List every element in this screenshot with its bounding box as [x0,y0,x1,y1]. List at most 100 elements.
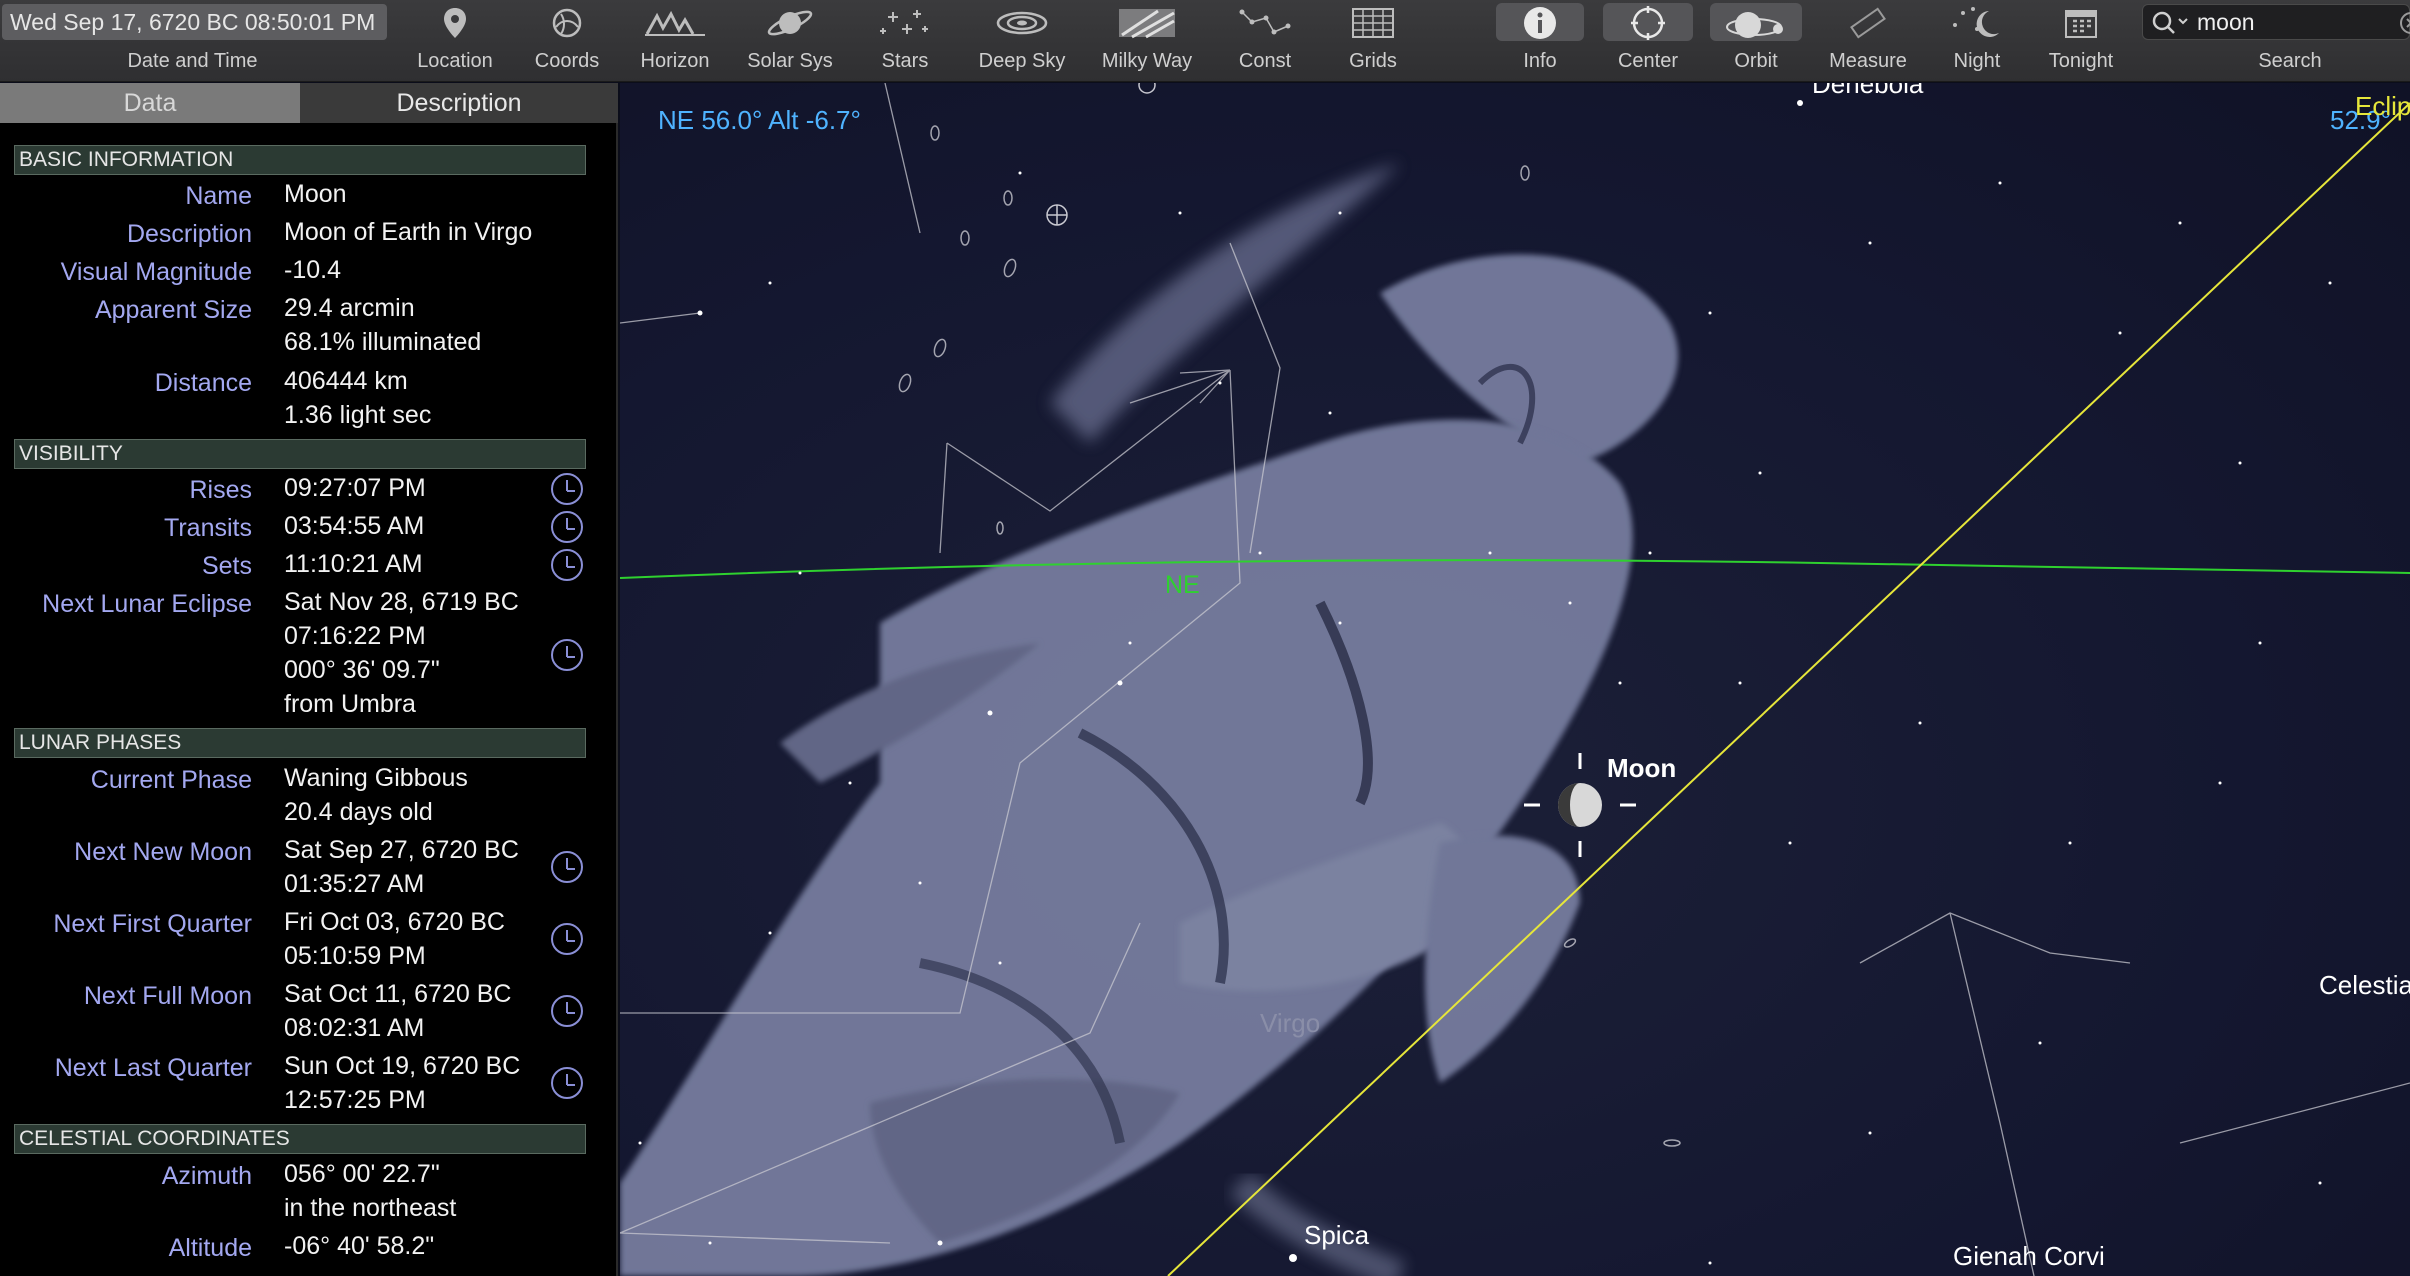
solar-system-button[interactable]: Solar Sys [740,0,840,82]
constellation-icon [1235,4,1295,42]
info-button[interactable]: Info [1496,0,1584,82]
search-input[interactable]: moon [2142,4,2410,40]
eclipse-clock-icon[interactable] [551,639,583,671]
center-icon [1618,4,1678,42]
new-moon-clock-icon[interactable] [551,851,583,883]
panel-tabs: Data Description [0,83,618,123]
next-last-quarter-label: Next Last Quarter [54,1054,252,1082]
next-new-moon-value: Sat Sep 27, 6720 BC 01:35:27 AM [284,836,519,898]
last-quarter-clock-icon[interactable] [551,1067,583,1099]
constellations-button[interactable]: Const [1220,0,1310,82]
horizon-label: Horizon [640,50,710,72]
ecliptic-label: Eclip [2355,91,2410,121]
measure-button[interactable]: Measure [1818,0,1918,82]
tab-description[interactable]: Description [300,83,618,123]
horizon-button[interactable]: Horizon [630,0,720,82]
deep-sky-label: Deep Sky [978,50,1066,72]
grids-button[interactable]: Grids [1328,0,1418,82]
ruler-icon [1838,4,1898,42]
night-label: Night [1953,50,2001,72]
orbit-label: Orbit [1734,50,1778,72]
night-moon-icon [1947,4,2007,42]
search-icon [2151,10,2191,41]
sky-canvas [620,83,2410,1276]
tonight-label: Tonight [2048,50,2114,72]
center-button[interactable]: Center [1603,0,1693,82]
virgo-artwork [620,163,1678,1276]
virgo-label: Virgo [1260,1008,1321,1038]
tab-data[interactable]: Data [0,83,300,123]
spica-label[interactable]: Spica [1304,1220,1369,1251]
celestia-label[interactable]: Celestia [2319,970,2410,1001]
stars-label: Stars [881,50,929,72]
grids-label: Grids [1349,50,1397,72]
next-lunar-eclipse-label: Next Lunar Eclipse [42,590,252,618]
azimuth-value: 056° 00' 22.7" in the northeast [284,1160,457,1222]
coords-label: Coords [534,50,600,72]
stars-icon [875,4,935,42]
next-lunar-eclipse-value: Sat Nov 28, 6719 BC 07:16:22 PM 000° 36'… [284,588,519,718]
moon-label[interactable]: Moon [1607,753,1676,784]
night-button[interactable]: Night [1932,0,2022,82]
current-phase-value: Waning Gibbous 20.4 days old [284,764,468,826]
stars-button[interactable]: Stars [860,0,950,82]
search-caption: Search [2258,50,2322,72]
transits-label: Transits [164,514,252,542]
transits-clock-icon[interactable] [551,511,583,543]
datetime-display[interactable]: Wed Sep 17, 6720 BC 08:50:01 PM [2,4,387,40]
coordinates-icon [537,4,597,42]
solar-system-label: Solar Sys [747,50,833,72]
visual-magnitude-value: -10.4 [284,256,341,284]
sets-clock-icon[interactable] [551,549,583,581]
next-last-quarter-value: Sun Oct 19, 6720 BC 12:57:25 PM [284,1052,521,1114]
target-marker[interactable] [1046,204,1068,226]
sets-label: Sets [201,552,252,580]
name-label: Name [185,182,252,210]
altitude-value: -06° 40' 58.2" [284,1232,435,1260]
horizon-direction-label: NE [1165,571,1200,599]
denebola-star[interactable] [1797,100,1803,106]
next-first-quarter-value: Fri Oct 03, 6720 BC 05:10:59 PM [284,908,505,970]
altitude-label: Altitude [168,1234,252,1262]
coords-button[interactable]: Coords [522,0,612,82]
location-pin-icon [425,4,485,42]
search-value: moon [2197,9,2255,35]
grid-icon [1343,4,1403,42]
full-moon-clock-icon[interactable] [551,995,583,1027]
transits-value: 03:54:55 AM [284,512,425,540]
distance-label: Distance [154,369,252,397]
next-full-moon-label: Next Full Moon [83,982,252,1010]
description-value: Moon of Earth in Virgo [284,218,533,246]
section-visibility: VISIBILITY [14,439,586,469]
section-celestial-coordinates: CELESTIAL COORDINATES [14,1124,586,1154]
location-button[interactable]: Location [410,0,500,82]
sky-view[interactable]: NE 56.0° Alt -6.7° 52.9° Eclip NE Moon V… [620,83,2410,1276]
tonight-button[interactable]: Tonight [2036,0,2126,82]
measure-label: Measure [1829,50,1907,72]
info-label: Info [1523,50,1557,72]
apparent-size-label: Apparent Size [94,296,252,324]
rises-clock-icon[interactable] [551,473,583,505]
milky-way-button[interactable]: Milky Way [1092,0,1202,82]
spica-star[interactable] [1289,1254,1297,1262]
milky-way-icon [1117,4,1177,42]
clear-search-icon[interactable] [2399,11,2410,40]
deep-sky-button[interactable]: Deep Sky [972,0,1072,82]
rises-value: 09:27:07 PM [284,474,426,502]
calendar-icon [2051,4,2111,42]
rises-label: Rises [189,476,252,504]
toolbar: Wed Sep 17, 6720 BC 08:50:01 PM Date and… [0,0,2410,82]
galaxy-icon [992,4,1052,42]
info-icon [1510,4,1570,42]
milky-way-label: Milky Way [1101,50,1193,72]
first-quarter-clock-icon[interactable] [551,923,583,955]
gienah-corvi-label[interactable]: Gienah Corvi [1953,1241,2105,1272]
orbit-icon [1726,4,1786,42]
denebola-label[interactable]: Denebola [1812,83,1923,100]
section-basic-information: BASIC INFORMATION [14,145,586,175]
next-full-moon-value: Sat Oct 11, 6720 BC 08:02:31 AM [284,980,512,1042]
azimuth-label: Azimuth [161,1162,252,1190]
orbit-button[interactable]: Orbit [1710,0,1802,82]
distance-value: 406444 km 1.36 light sec [284,367,432,429]
planet-icon [760,4,820,42]
